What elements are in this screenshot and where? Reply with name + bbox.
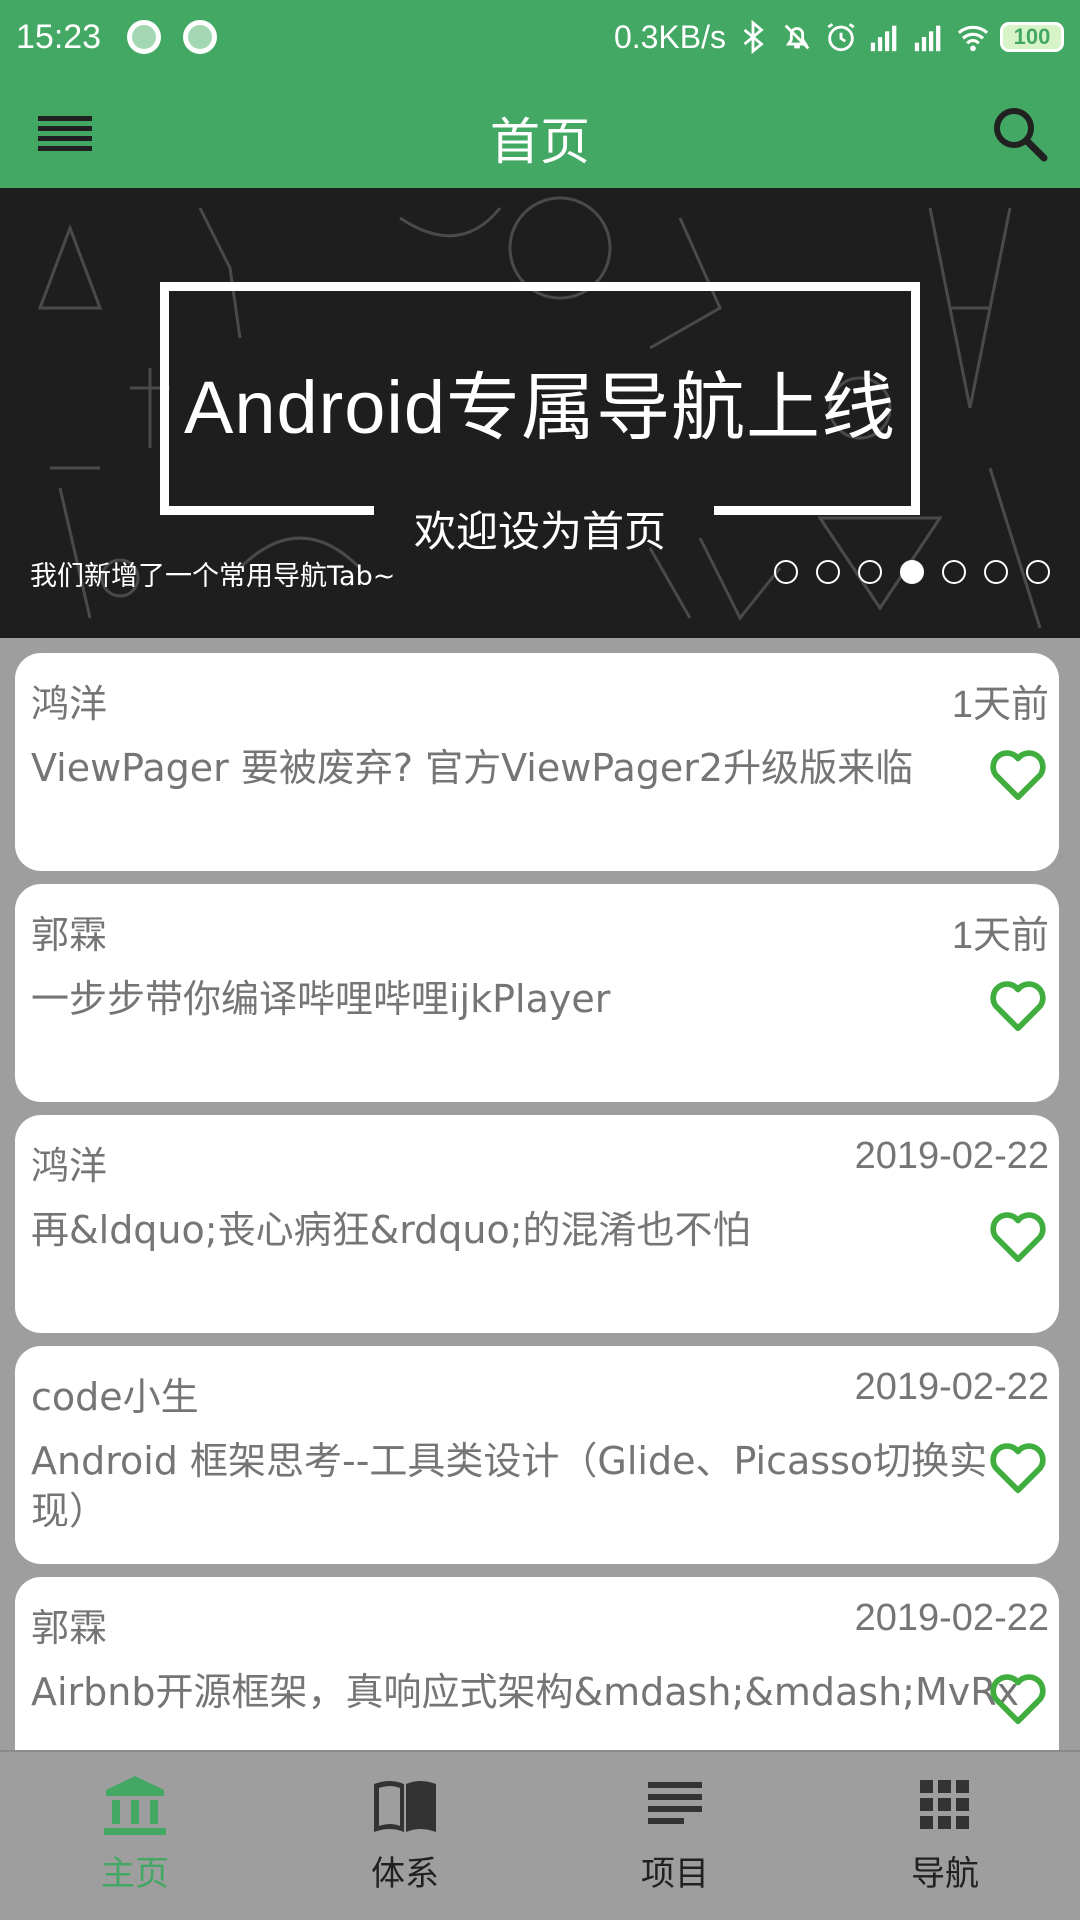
nav-label: 导航 — [911, 1854, 979, 1894]
article-date: 1天前 — [951, 684, 1049, 726]
nav-item-projects[interactable]: 项目 — [595, 1772, 755, 1912]
search-icon[interactable] — [984, 98, 1054, 168]
article-title: Airbnb开源框架，真响应式架构&mdash;&mdash;MvRx — [31, 1670, 1020, 1714]
nav-label: 项目 — [641, 1854, 709, 1894]
page-indicator-dot[interactable] — [774, 560, 798, 584]
banner-carousel[interactable]: Android专属导航上线 欢迎设为首页 我们新增了一个常用导航Tab~ — [0, 188, 1080, 638]
article-author: 郭霖 — [31, 1606, 108, 1650]
article-list[interactable]: 鸿洋 1天前 ViewPager 要被废弃? 官方ViewPager2升级版来临… — [0, 638, 1080, 1750]
wifi-icon — [957, 25, 989, 52]
page-indicator-dot[interactable] — [858, 560, 882, 584]
bottom-navigation: 主页 体系 项目 导航 — [0, 1750, 1080, 1920]
article-author: 郭霖 — [31, 913, 108, 957]
favorite-heart-icon[interactable] — [987, 1669, 1049, 1727]
signal-hd-icon — [870, 25, 897, 52]
banner-caption: 我们新增了一个常用导航Tab~ — [30, 561, 396, 592]
article-date: 2019-02-22 — [854, 1366, 1049, 1408]
page-indicator-dot[interactable] — [942, 560, 966, 584]
article-card[interactable]: 鸿洋 1天前 ViewPager 要被废弃? 官方ViewPager2升级版来临 — [15, 653, 1059, 871]
book-icon — [374, 1781, 436, 1832]
battery-indicator: 100 — [1000, 22, 1064, 52]
mute-icon — [784, 24, 810, 50]
list-icon — [648, 1782, 702, 1824]
article-date: 1天前 — [951, 915, 1049, 957]
favorite-heart-icon[interactable] — [987, 976, 1049, 1034]
article-author: code小生 — [31, 1375, 199, 1419]
article-title: Android 框架思考--工具类设计（Glide、Picasso切换实现） — [31, 1439, 988, 1533]
article-card[interactable]: 鸿洋 2019-02-22 再&ldquo;丧心病狂&rdquo;的混淆也不怕 — [15, 1115, 1059, 1333]
article-author: 鸿洋 — [31, 682, 108, 726]
notification-dot-icon — [183, 20, 218, 54]
article-card[interactable]: 郭霖 2019-02-22 Airbnb开源框架，真响应式架构&mdash;&m… — [15, 1577, 1059, 1750]
nav-label: 主页 — [101, 1854, 169, 1894]
page-title: 首页 — [490, 113, 590, 171]
nav-label: 体系 — [371, 1854, 439, 1894]
nav-item-navigation[interactable]: 导航 — [865, 1772, 1025, 1912]
article-card[interactable]: 郭霖 1天前 一步步带你编译哔哩哔哩ijkPlayer — [15, 884, 1059, 1102]
article-card[interactable]: code小生 2019-02-22 Android 框架思考--工具类设计（Gl… — [15, 1346, 1059, 1564]
notification-dot-icon — [127, 20, 162, 54]
favorite-heart-icon[interactable] — [987, 745, 1049, 803]
article-title: 再&ldquo;丧心病狂&rdquo;的混淆也不怕 — [31, 1208, 751, 1252]
status-bar: 15:23 0.3KB/s 100 — [0, 0, 1080, 74]
app-bar: 首页 — [0, 74, 1080, 188]
bluetooth-icon — [743, 20, 764, 54]
article-title: ViewPager 要被废弃? 官方ViewPager2升级版来临 — [31, 746, 914, 790]
favorite-heart-icon[interactable] — [987, 1207, 1049, 1265]
grid-icon — [920, 1780, 969, 1829]
signal-icon — [914, 25, 941, 52]
banner-subtitle: 欢迎设为首页 — [413, 507, 666, 556]
article-author: 鸿洋 — [31, 1144, 108, 1188]
nav-item-system[interactable]: 体系 — [325, 1772, 485, 1912]
favorite-heart-icon[interactable] — [987, 1438, 1049, 1496]
bank-icon — [104, 1776, 166, 1835]
article-date: 2019-02-22 — [854, 1597, 1049, 1639]
nav-item-home[interactable]: 主页 — [55, 1772, 215, 1912]
page-indicator-dot-active[interactable] — [900, 560, 924, 584]
alarm-icon — [827, 23, 855, 52]
page-indicator-dot[interactable] — [816, 560, 840, 584]
page-indicator-dot[interactable] — [984, 560, 1008, 584]
notification-icons — [127, 20, 218, 54]
page-indicator-dot[interactable] — [1026, 560, 1050, 584]
banner-page-indicators — [774, 560, 1050, 584]
network-speed: 0.3KB/s — [613, 18, 726, 55]
status-time: 15:23 — [16, 17, 102, 56]
article-date: 2019-02-22 — [854, 1135, 1049, 1177]
article-title: 一步步带你编译哔哩哔哩ijkPlayer — [31, 977, 611, 1021]
banner-headline: Android专属导航上线 — [183, 366, 897, 449]
